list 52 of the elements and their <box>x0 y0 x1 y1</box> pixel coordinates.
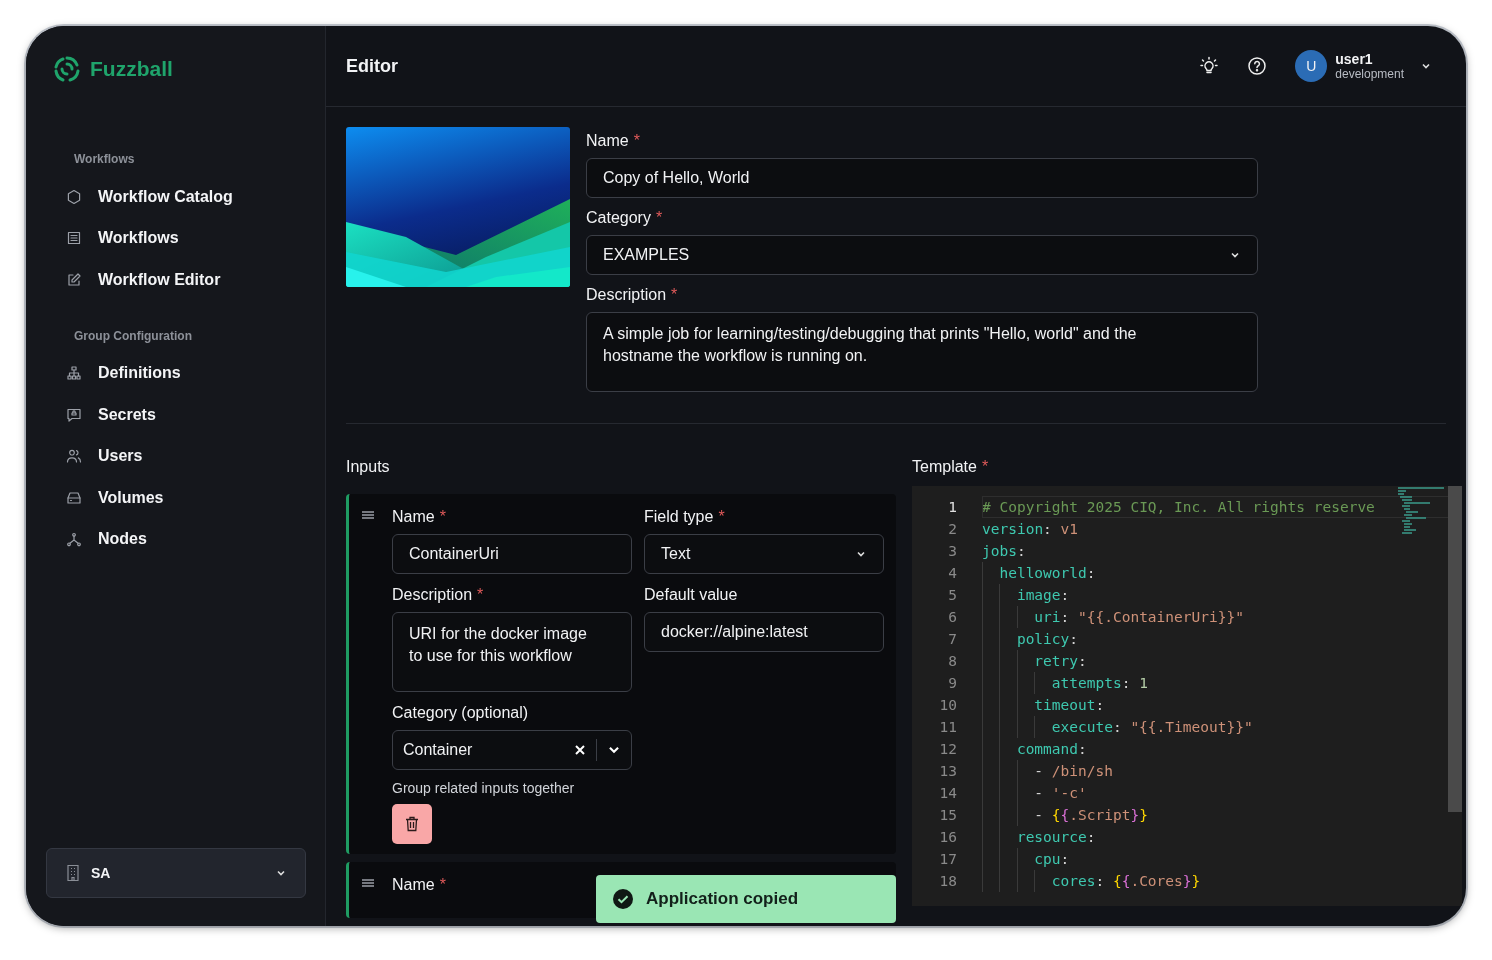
required-mark: * <box>439 876 446 894</box>
code-line: - {{.Script}} <box>982 804 1462 826</box>
field-label: Field type <box>644 508 714 526</box>
code-line: cpu: <box>982 848 1462 870</box>
avatar: U <box>1295 50 1328 82</box>
field-hint: Group related inputs together <box>392 780 576 796</box>
required-mark: * <box>477 586 484 604</box>
line-number: 16 <box>938 829 957 845</box>
field-label: Name <box>392 508 435 526</box>
code-line: jobs: <box>982 542 1027 561</box>
app-name: Fuzzball <box>90 57 173 81</box>
required-mark: * <box>981 458 989 476</box>
line-number: 4 <box>947 565 957 581</box>
toast-notification: Application copied <box>596 875 896 923</box>
line-number: 10 <box>938 697 957 713</box>
line-number: 14 <box>938 785 957 801</box>
line-number: 5 <box>947 587 957 603</box>
section-heading: Workflows <box>74 152 136 166</box>
line-number: 7 <box>947 631 957 647</box>
user-name: user1 <box>1335 51 1374 67</box>
line-number: 1 <box>947 499 957 515</box>
field-label: Name <box>586 132 629 150</box>
line-number: 17 <box>938 851 957 867</box>
line-number: 18 <box>938 873 957 889</box>
line-number: 6 <box>947 609 957 625</box>
line-number: 12 <box>938 741 957 757</box>
field-label: Description <box>586 286 667 304</box>
field-label: Default value <box>644 586 738 604</box>
required-mark: * <box>655 209 663 227</box>
user-role: development <box>1335 67 1404 81</box>
required-mark: * <box>671 286 678 304</box>
line-number: 11 <box>938 719 957 735</box>
code-line: version: v1 <box>982 520 1080 539</box>
line-number: 8 <box>947 653 957 669</box>
line-number: 13 <box>938 763 957 779</box>
section-heading: Group Configuration <box>74 328 193 343</box>
field-label: Category <box>586 209 651 227</box>
field-label: Category (optional) <box>392 704 529 722</box>
line-number: 9 <box>947 675 957 691</box>
required-mark: * <box>439 508 446 526</box>
section-title: Template <box>912 458 977 476</box>
required-mark: * <box>633 132 640 150</box>
section-title: Inputs <box>346 458 391 476</box>
page-title: Editor <box>346 55 398 77</box>
line-number: 3 <box>947 543 957 559</box>
line-number: 15 <box>938 807 957 823</box>
code-line: resource: <box>982 826 1462 848</box>
field-label: Name <box>392 876 435 894</box>
required-mark: * <box>718 508 725 526</box>
code-line: cores: {{.Cores}} <box>982 870 1462 892</box>
field-label: Description <box>392 586 473 604</box>
line-number: 2 <box>947 521 957 537</box>
